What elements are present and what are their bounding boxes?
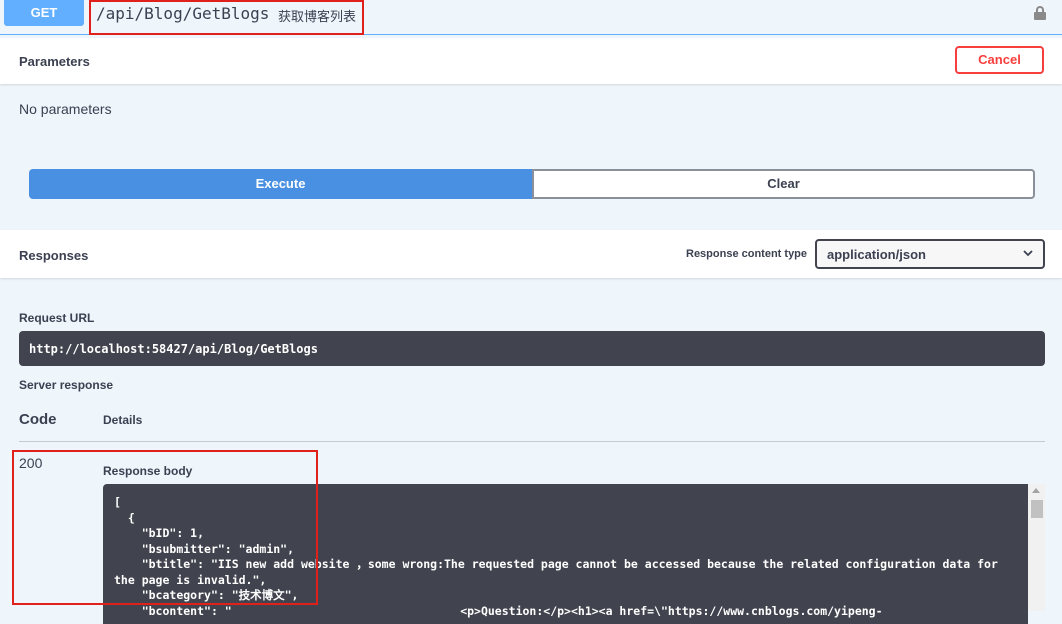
no-parameters-text: No parameters bbox=[19, 101, 112, 117]
chevron-down-icon bbox=[1023, 250, 1033, 257]
http-method-badge: GET bbox=[4, 0, 84, 26]
request-url-value: http://localhost:58427/api/Blog/GetBlogs bbox=[29, 342, 318, 356]
code-column-header: Code bbox=[19, 411, 57, 428]
scrollbar-thumb[interactable] bbox=[1031, 500, 1043, 518]
request-url-box: http://localhost:58427/api/Blog/GetBlogs bbox=[19, 331, 1045, 366]
details-column-header: Details bbox=[103, 413, 143, 427]
request-url-label: Request URL bbox=[19, 311, 95, 325]
content-type-select[interactable]: application/json bbox=[815, 239, 1045, 269]
content-type-label: Response content type bbox=[686, 248, 808, 260]
content-type-value: application/json bbox=[827, 247, 926, 262]
response-highlight-box bbox=[12, 450, 318, 605]
execute-button[interactable]: Execute bbox=[29, 169, 532, 199]
operation-path: /api/Blog/GetBlogs bbox=[96, 4, 270, 23]
clear-button[interactable]: Clear bbox=[532, 169, 1035, 199]
server-response-label: Server response bbox=[19, 378, 114, 392]
cancel-button[interactable]: Cancel bbox=[955, 46, 1044, 74]
scroll-up-arrow-icon[interactable] bbox=[1032, 488, 1040, 493]
parameters-title: Parameters bbox=[19, 54, 90, 69]
table-divider bbox=[19, 441, 1045, 442]
lock-icon[interactable] bbox=[1034, 6, 1046, 20]
parameters-header: Parameters bbox=[0, 38, 1062, 84]
responses-title: Responses bbox=[19, 248, 89, 263]
operation-description: 获取博客列表 bbox=[278, 9, 357, 24]
